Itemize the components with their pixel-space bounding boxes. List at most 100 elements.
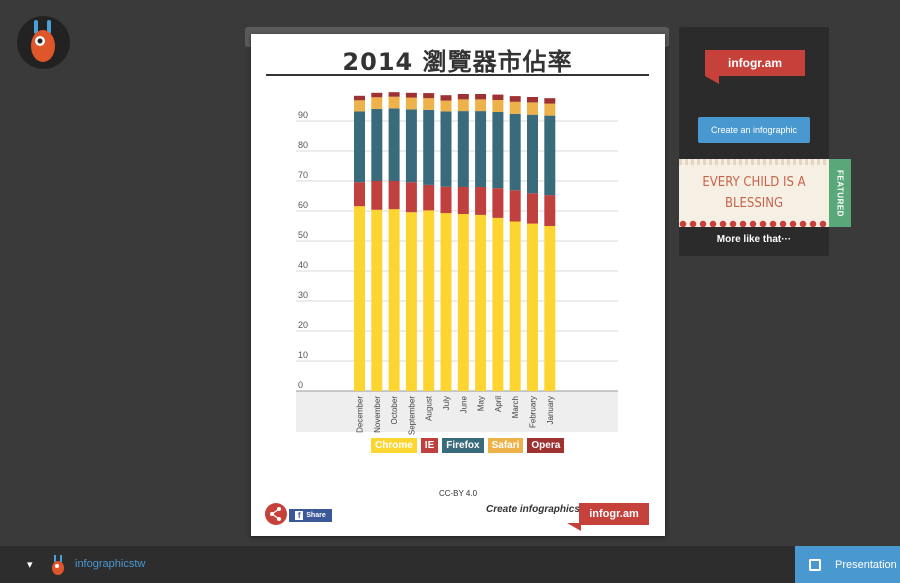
bar-segment-firefox (405, 109, 417, 183)
bar-segment-chrome (354, 206, 365, 391)
featured-border (679, 159, 829, 165)
x-tick-label: March (511, 396, 520, 418)
bar-segment-firefox (475, 111, 487, 187)
infographic-card: 2014 瀏覽器市佔率 0 10 20 30 40 50 60 70 80 90 December N… (251, 34, 665, 536)
bar-segment-opera (354, 95, 365, 101)
featured-tag: FEATURED (829, 159, 851, 227)
x-tick-label: February (529, 396, 538, 428)
bar-segment-opera (457, 94, 469, 100)
presentation-button[interactable]: Presentation (795, 546, 900, 583)
bar-segment-chrome (440, 213, 452, 391)
bar-segment-ie (492, 188, 504, 218)
bar-segment-ie (457, 187, 469, 214)
bar-segment-chrome (544, 226, 556, 391)
x-tick-label: April (494, 396, 503, 412)
avatar[interactable] (17, 16, 70, 69)
bar-segment-safari (423, 98, 435, 110)
y-tick-label: 30 (298, 290, 308, 300)
x-tick-label: December (356, 396, 365, 433)
bar-segment-firefox (423, 109, 435, 185)
page-title: 2014 瀏覽器市佔率 (342, 48, 573, 76)
bar-segment-chrome (475, 214, 487, 391)
x-tick-label: July (442, 396, 451, 410)
bar-segment-ie (354, 182, 365, 207)
bar-segment-firefox (509, 113, 521, 191)
bar-segment-safari (457, 99, 469, 112)
bar-segment-safari (388, 96, 400, 109)
bar-segment-firefox (354, 111, 365, 183)
bar-segment-safari (492, 100, 504, 112)
bar-segment-opera (544, 98, 556, 104)
bar-segment-ie (544, 195, 556, 226)
bar-segment-opera (423, 93, 435, 99)
chart-legend: Chrome IE Firefox Safari Opera (371, 438, 565, 453)
infogram-logo[interactable]: infogr.am (579, 503, 649, 525)
bar-segment-opera (509, 96, 521, 102)
side-logo-tail (705, 76, 719, 84)
x-tick-label: January (546, 396, 555, 424)
username-link[interactable]: infographicstw (75, 558, 145, 570)
bar-segment-firefox (457, 111, 469, 187)
y-tick-label: 70 (298, 170, 308, 180)
featured-thumbnail[interactable]: EVERY CHILD IS A BLESSING (679, 159, 829, 227)
facebook-share-button[interactable]: f Share (289, 509, 332, 522)
bar-segment-opera (475, 94, 487, 100)
bar-segment-ie (405, 182, 417, 213)
bar-segment-safari (440, 100, 452, 112)
y-tick-label: 80 (298, 140, 308, 150)
chevron-down-icon[interactable]: ▾ (27, 558, 33, 571)
x-tick-label: May (477, 396, 486, 411)
bar-segment-chrome (457, 214, 469, 391)
legend-item-chrome: Chrome (371, 438, 417, 453)
facebook-icon: f (295, 511, 304, 520)
bar-segment-safari (405, 97, 417, 110)
bar-segment-safari (371, 97, 383, 109)
bar-segment-safari (509, 101, 521, 114)
bar-segment-opera (440, 95, 452, 101)
featured-title: EVERY CHILD IS A BLESSING (702, 175, 806, 211)
bar-segment-chrome (405, 212, 417, 391)
bar-segment-ie (388, 181, 400, 210)
bar-segment-ie (527, 193, 538, 224)
bar-segment-firefox (388, 108, 400, 181)
bar-segment-opera (527, 97, 538, 103)
legend-item-safari: Safari (487, 438, 524, 453)
bar-segment-ie (509, 190, 521, 222)
x-tick-label: August (425, 395, 434, 421)
side-infogram-logo[interactable]: infogr.am (705, 50, 805, 76)
legend-item-opera: Opera (527, 438, 565, 453)
user-avatar-icon[interactable] (49, 555, 67, 575)
bottom-bar: ▾ infographicstw Presentation (0, 546, 900, 583)
bar-segment-chrome (509, 221, 521, 391)
bar-segment-firefox (527, 114, 538, 194)
bar-segment-chrome (492, 217, 504, 391)
stacked-bar-chart: 0 10 20 30 40 50 60 70 80 90 December November Octob… (296, 92, 618, 435)
bar-segment-ie (475, 187, 487, 215)
bar-segment-chrome (527, 223, 538, 391)
bar-segment-ie (371, 181, 383, 210)
more-like-that-link[interactable]: More like that··· (679, 234, 829, 245)
y-tick-label: 10 (298, 350, 308, 360)
bug-mascot-icon (31, 20, 55, 62)
x-tick-label: September (407, 396, 416, 435)
bar-segment-chrome (423, 210, 435, 391)
y-tick-label: 90 (298, 110, 308, 120)
create-infographic-button[interactable]: Create an infographic (698, 117, 810, 143)
y-tick-label: 40 (298, 260, 308, 270)
x-axis-band (296, 391, 618, 432)
bar-segment-opera (388, 92, 400, 97)
bar-segment-safari (354, 100, 365, 112)
side-panel: infogr.am Create an infographic EVERY CH… (679, 27, 851, 256)
bar-segment-ie (440, 186, 452, 214)
title-divider (266, 74, 649, 76)
share-icon[interactable] (265, 503, 287, 525)
y-tick-label: 50 (298, 230, 308, 240)
legend-item-ie: IE (420, 438, 439, 453)
bar-segment-firefox (371, 109, 383, 181)
fullscreen-icon (809, 558, 821, 571)
bar-segment-firefox (544, 115, 556, 196)
bar-segment-opera (371, 92, 383, 98)
create-infographics-link[interactable]: Create infographics (486, 504, 580, 515)
y-tick-label: 60 (298, 200, 308, 210)
bar-segment-firefox (492, 112, 504, 189)
